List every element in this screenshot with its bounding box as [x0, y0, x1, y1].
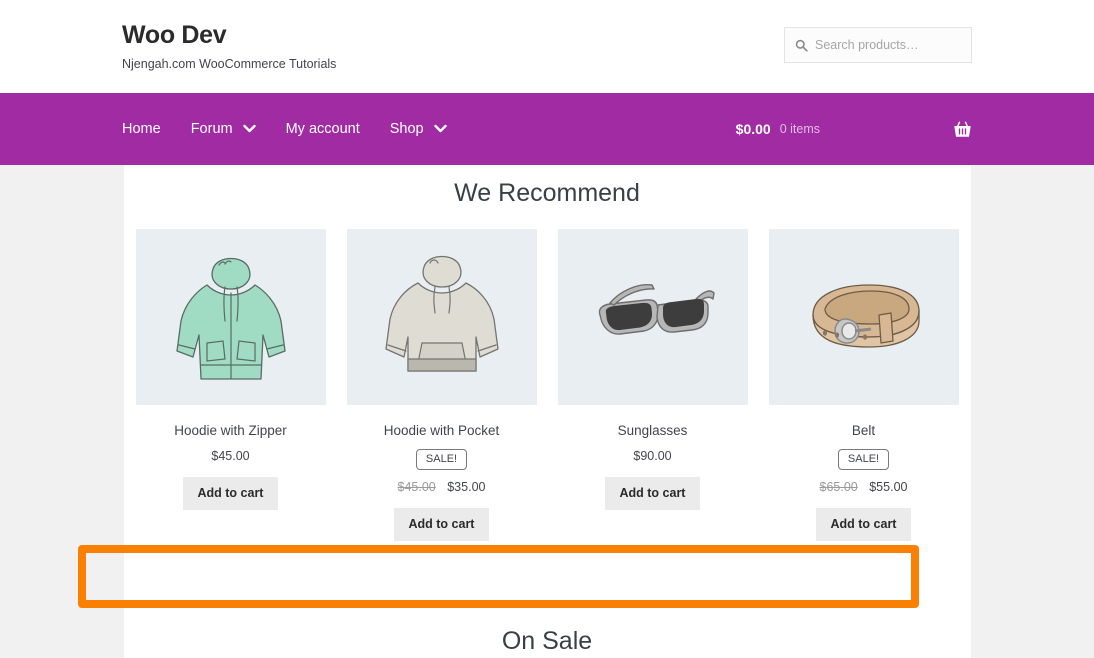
add-to-cart-button[interactable]: Add to cart: [604, 477, 701, 511]
chevron-down-icon[interactable]: [433, 121, 447, 137]
product-card[interactable]: Hoodie with Zipper $45.00 Add to cart: [135, 228, 326, 542]
product-thumbnail[interactable]: [346, 228, 537, 405]
price-current: $55.00: [869, 480, 908, 495]
sale-badge: SALE!: [837, 449, 890, 471]
product-title[interactable]: Belt: [769, 422, 959, 440]
page-content: We Recommend Hoodie with Zipper $45.00 A…: [123, 165, 971, 658]
nav-label: Forum: [190, 121, 233, 137]
nav-label: Shop: [389, 121, 424, 137]
branding[interactable]: Woo Dev Njengah.com WooCommerce Tutorial…: [122, 21, 337, 72]
section-heading-on-sale: On Sale: [501, 627, 593, 656]
green-zip-hoodie-icon: [175, 257, 286, 380]
site-header: Woo Dev Njengah.com WooCommerce Tutorial…: [0, 0, 1094, 93]
section-heading-we-recommend: We Recommend: [454, 179, 640, 207]
sale-badge-wrap: SALE!: [347, 439, 537, 471]
product-thumbnail[interactable]: [557, 228, 748, 405]
add-to-cart-button[interactable]: Add to cart: [393, 508, 490, 542]
product-title[interactable]: Hoodie with Pocket: [347, 422, 537, 440]
product-thumbnail[interactable]: [135, 228, 326, 405]
nav-inner: Home Forum My account Shop $0.00 0 items: [122, 93, 972, 165]
product-title[interactable]: Hoodie with Zipper: [136, 422, 326, 440]
sale-badge: SALE!: [415, 449, 468, 471]
site-tagline: Njengah.com WooCommerce Tutorials: [122, 56, 337, 71]
nav-item-shop[interactable]: Shop: [390, 121, 447, 137]
cart-total-amount: $0.00: [735, 121, 771, 137]
search-icon: [795, 39, 808, 52]
cart-item-count: 0 items: [779, 122, 820, 136]
add-to-cart-button[interactable]: Add to cart: [182, 477, 279, 511]
nav-item-my-account[interactable]: My account: [286, 121, 360, 137]
product-grid: Hoodie with Zipper $45.00 Add to cart Ho…: [130, 228, 965, 542]
site-title[interactable]: Woo Dev: [122, 21, 336, 50]
sunglasses-icon: [598, 283, 715, 335]
search-input[interactable]: [815, 38, 961, 52]
product-card[interactable]: Sunglasses $90.00 Add to cart: [557, 228, 748, 542]
shopping-basket-icon[interactable]: [953, 120, 972, 139]
nav-menu: Home Forum My account Shop: [122, 121, 477, 137]
sale-badge-wrap: SALE!: [769, 439, 959, 471]
product-card[interactable]: Hoodie with Pocket SALE! $45.00 $35.00 A…: [346, 228, 537, 542]
grey-pocket-hoodie-icon: [384, 255, 499, 372]
product-price: $45.00 $35.00: [347, 480, 537, 494]
price-current: $35.00: [447, 480, 486, 495]
nav-label: My account: [285, 121, 360, 137]
product-thumbnail[interactable]: [768, 228, 959, 405]
price-original: $45.00: [397, 480, 436, 495]
product-title[interactable]: Sunglasses: [558, 422, 748, 440]
add-to-cart-button[interactable]: Add to cart: [815, 508, 912, 542]
primary-navigation: Home Forum My account Shop $0.00 0 items: [0, 93, 1094, 165]
nav-item-forum[interactable]: Forum: [191, 121, 256, 137]
product-search-box[interactable]: [784, 27, 972, 63]
price-original: $65.00: [819, 480, 858, 495]
leather-belt-icon: [811, 283, 920, 348]
price-current: $90.00: [633, 449, 672, 464]
product-price: $90.00: [558, 449, 748, 463]
nav-label: Home: [122, 121, 161, 137]
nav-item-home[interactable]: Home: [122, 121, 161, 137]
product-card[interactable]: Belt SALE! $65.00 $55.00 Add to cart: [768, 228, 959, 542]
product-price: $45.00: [136, 449, 326, 463]
chevron-down-icon[interactable]: [242, 121, 256, 137]
header-inner: Woo Dev Njengah.com WooCommerce Tutorial…: [122, 0, 972, 72]
cart-summary[interactable]: $0.00 0 items: [736, 120, 972, 139]
product-price: $65.00 $55.00: [769, 480, 959, 494]
price-current: $45.00: [211, 449, 250, 464]
